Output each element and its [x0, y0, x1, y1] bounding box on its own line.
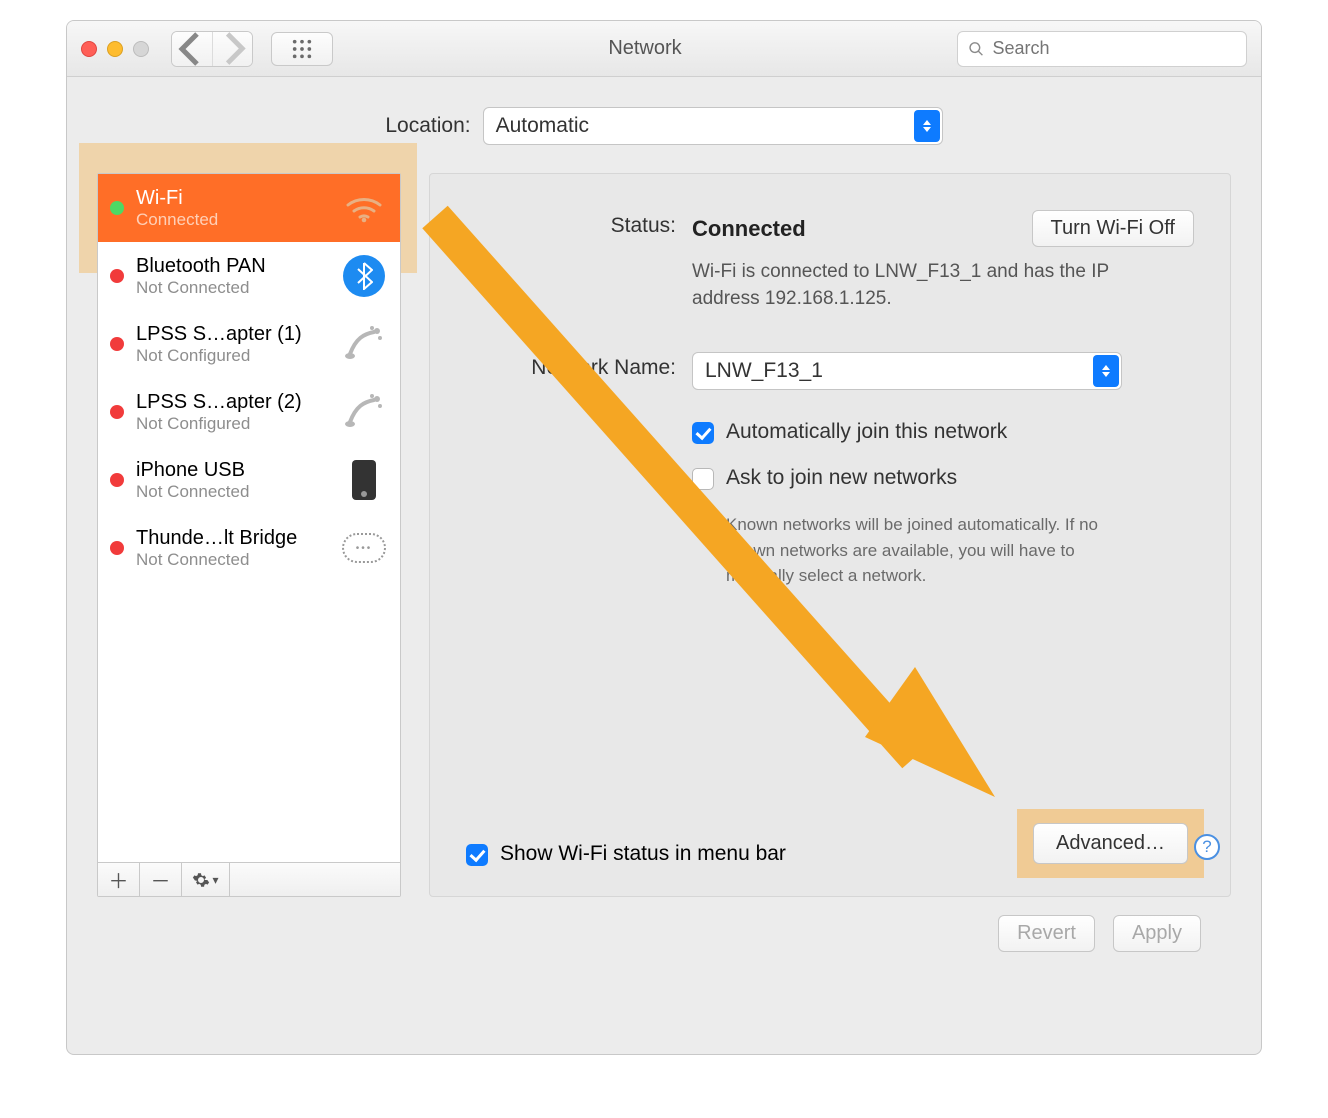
status-description: Wi-Fi is connected to LNW_F13_1 and has …	[692, 259, 1132, 312]
titlebar: Network	[67, 21, 1261, 77]
status-dot-icon	[110, 269, 124, 283]
network-name-label: Network Name:	[466, 352, 676, 380]
service-item-wifi[interactable]: Wi-Fi Connected	[98, 174, 400, 242]
location-value: Automatic	[496, 114, 589, 138]
stepper-arrows-icon	[914, 110, 940, 142]
auto-join-label: Automatically join this network	[726, 420, 1007, 444]
help-button[interactable]: ?	[1194, 834, 1220, 860]
stepper-arrows-icon	[1093, 355, 1119, 387]
services-sidebar: Wi-Fi Connected Bluetooth PAN	[97, 173, 401, 897]
annotation-highlight-advanced: Advanced…	[1017, 809, 1204, 878]
advanced-button[interactable]: Advanced…	[1033, 823, 1188, 864]
service-status: Not Connected	[136, 482, 330, 502]
search-icon	[968, 40, 984, 58]
forward-button[interactable]	[212, 32, 252, 66]
search-field[interactable]	[957, 31, 1247, 67]
service-status: Not Connected	[136, 278, 330, 298]
service-item-lpss-2[interactable]: LPSS S…apter (2) Not Configured	[98, 378, 400, 446]
auto-join-checkbox[interactable]	[692, 422, 714, 444]
ask-join-row: Ask to join new networks Known networks …	[466, 466, 1194, 589]
thunderbolt-bridge-icon: •••	[342, 526, 386, 570]
location-row: Location: Automatic	[97, 107, 1231, 145]
ask-join-checkbox[interactable]	[692, 468, 714, 490]
service-item-lpss-1[interactable]: LPSS S…apter (1) Not Configured	[98, 310, 400, 378]
window-title: Network	[343, 37, 947, 60]
zoom-window-button[interactable]	[133, 41, 149, 57]
service-status: Not Connected	[136, 550, 330, 570]
close-window-button[interactable]	[81, 41, 97, 57]
revert-button[interactable]: Revert	[998, 915, 1095, 952]
location-label: Location:	[385, 114, 470, 138]
chevron-down-icon: ▾	[212, 873, 218, 887]
status-dot-icon	[110, 405, 124, 419]
sidebar-footer: ＋ － ▾	[98, 862, 400, 896]
status-label: Status:	[466, 210, 676, 238]
footer-buttons: Revert Apply	[97, 897, 1231, 952]
services-list[interactable]: Wi-Fi Connected Bluetooth PAN	[98, 174, 400, 862]
window-controls	[81, 41, 149, 57]
service-item-iphone-usb[interactable]: iPhone USB Not Connected	[98, 446, 400, 514]
back-button[interactable]	[172, 32, 212, 66]
iphone-icon	[342, 458, 386, 502]
service-status: Not Configured	[136, 346, 330, 366]
auto-join-row: Automatically join this network	[466, 420, 1194, 444]
service-name: iPhone USB	[136, 459, 330, 482]
service-status: Not Configured	[136, 414, 330, 434]
location-select[interactable]: Automatic	[483, 107, 943, 145]
remove-service-button[interactable]: －	[140, 863, 182, 896]
service-name: Thunde…lt Bridge	[136, 527, 330, 550]
detail-panel: Status: Connected Turn Wi-Fi Off Wi-Fi i…	[429, 173, 1231, 897]
status-value: Connected	[692, 216, 806, 242]
show-menubar-row: Show Wi-Fi status in menu bar	[466, 842, 786, 866]
search-input[interactable]	[990, 37, 1236, 60]
apply-button[interactable]: Apply	[1113, 915, 1201, 952]
add-service-button[interactable]: ＋	[98, 863, 140, 896]
service-actions-button[interactable]: ▾	[182, 863, 230, 896]
status-dot-icon	[110, 201, 124, 215]
show-all-button[interactable]	[271, 32, 333, 66]
network-name-value: LNW_F13_1	[705, 359, 823, 383]
network-name-row: Network Name: LNW_F13_1	[466, 352, 1194, 390]
status-dot-icon	[110, 337, 124, 351]
status-dot-icon	[110, 473, 124, 487]
network-name-select[interactable]: LNW_F13_1	[692, 352, 1122, 390]
grid-icon	[291, 38, 313, 60]
network-prefpane-window: Network Location: Automatic	[66, 20, 1262, 1055]
chevron-right-icon	[213, 31, 252, 67]
ask-join-label: Ask to join new networks	[726, 466, 957, 490]
show-menubar-label: Show Wi-Fi status in menu bar	[500, 842, 786, 866]
service-name: Wi-Fi	[136, 187, 330, 210]
service-item-thunderbolt-bridge[interactable]: Thunde…lt Bridge Not Connected •••	[98, 514, 400, 582]
wifi-icon	[342, 186, 386, 230]
service-name: Bluetooth PAN	[136, 255, 330, 278]
service-name: LPSS S…apter (2)	[136, 391, 330, 414]
service-item-bluetooth-pan[interactable]: Bluetooth PAN Not Connected	[98, 242, 400, 310]
chevron-left-icon	[172, 31, 212, 67]
nav-back-forward	[171, 31, 253, 67]
bluetooth-icon	[342, 254, 386, 298]
status-row: Status: Connected Turn Wi-Fi Off Wi-Fi i…	[466, 210, 1194, 312]
turn-wifi-off-button[interactable]: Turn Wi-Fi Off	[1032, 210, 1194, 247]
service-name: LPSS S…apter (1)	[136, 323, 330, 346]
serial-adapter-icon	[342, 390, 386, 434]
service-status: Connected	[136, 210, 330, 230]
ask-join-description: Known networks will be joined automatica…	[726, 512, 1136, 589]
status-dot-icon	[110, 541, 124, 555]
serial-adapter-icon	[342, 322, 386, 366]
show-menubar-checkbox[interactable]	[466, 844, 488, 866]
gear-icon	[192, 871, 210, 889]
minimize-window-button[interactable]	[107, 41, 123, 57]
